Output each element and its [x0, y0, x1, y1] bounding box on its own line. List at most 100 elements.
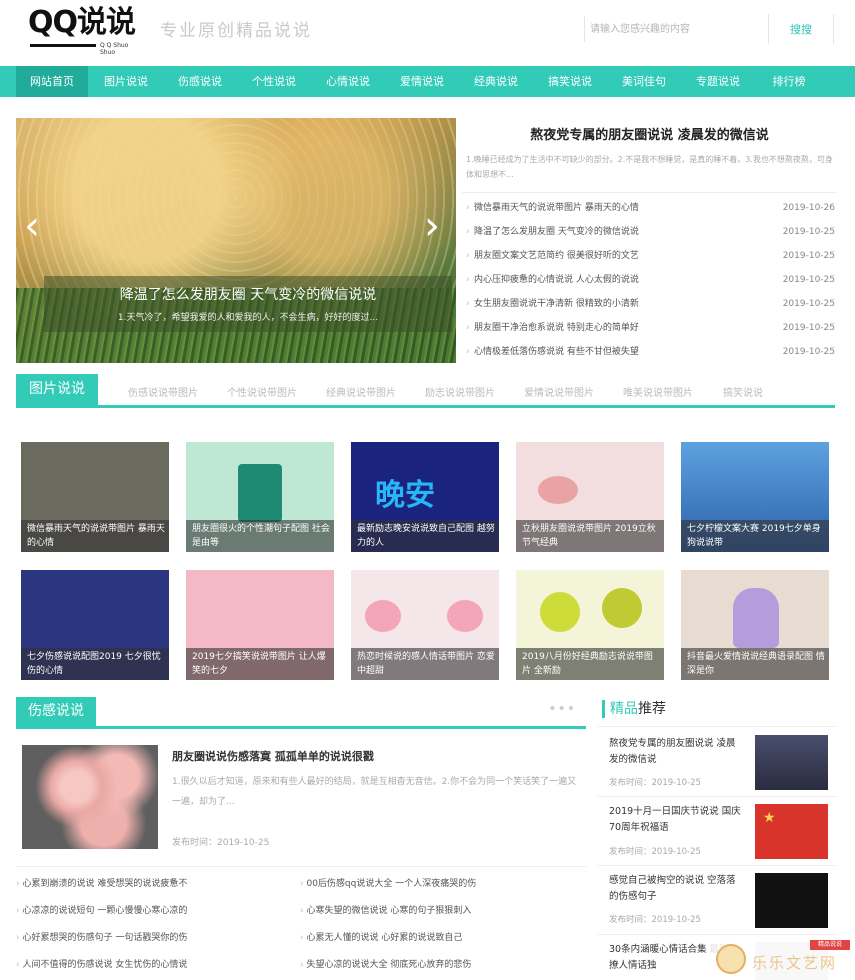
news-title[interactable]: 微信暴雨天气的说说带图片 暴雨天的心情: [474, 196, 639, 220]
news-item[interactable]: › 内心压抑疲惫的心情说说 人心太假的说说 2019-10-25: [462, 268, 837, 292]
picture-card[interactable]: 2019七夕搞笑说说带图片 让人爆笑的七夕: [186, 570, 334, 680]
card-caption[interactable]: 朋友圈很火的个性潮句子配图 社会是由等: [186, 520, 334, 552]
slider-prev-icon[interactable]: ‹: [24, 206, 40, 246]
list-item[interactable]: › 人间不值得的伤感说说 女生忧伤的心情说: [16, 957, 187, 970]
picture-card[interactable]: 热恋时候说的感人情话带图片 恋爱中超甜: [351, 570, 499, 680]
article-thumbnail[interactable]: [22, 745, 158, 849]
picture-card[interactable]: 晚安最新励志晚安说说致自己配图 越努力的人: [351, 442, 499, 552]
nav-item-pictures[interactable]: 图片说说: [90, 66, 162, 97]
logo-subtext: Q Q Shuo Shuo: [100, 42, 129, 56]
subtab[interactable]: 个性说说带图片: [227, 384, 297, 399]
news-item[interactable]: › 女生朋友圈说说干净清新 很精致的小清新 2019-10-25: [462, 292, 837, 316]
picture-card[interactable]: 七夕伤感说说配图2019 七夕很忧伤的心情: [21, 570, 169, 680]
card-caption[interactable]: 抖音最火爱情说说经典语录配图 情深是你: [681, 648, 829, 680]
subtab[interactable]: 经典说说带图片: [326, 384, 396, 399]
bullet-icon: ›: [466, 203, 470, 213]
nav-item-funny[interactable]: 搞笑说说: [534, 66, 606, 97]
subtab[interactable]: 伤感说说带图片: [128, 384, 198, 399]
search-button[interactable]: 搜搜: [768, 14, 834, 44]
bullet-icon: ›: [466, 347, 470, 357]
picture-section-header: 图片说说 伤感说说带图片 个性说说带图片 经典说说带图片 励志说说带图片 爱情说…: [16, 374, 835, 408]
watermark-mascot-icon: [716, 944, 746, 974]
picture-card[interactable]: 朋友圈很火的个性潮句子配图 社会是由等: [186, 442, 334, 552]
article-title[interactable]: 朋友圈说说伤感落寞 孤孤单单的说说很戳: [172, 748, 374, 764]
nav-item-personality[interactable]: 个性说说: [238, 66, 310, 97]
search-input[interactable]: [584, 16, 764, 42]
nav-item-mood[interactable]: 心情说说: [312, 66, 384, 97]
card-image-word: 晚安: [375, 478, 435, 513]
more-icon[interactable]: •••: [548, 701, 576, 717]
picture-card[interactable]: 微信暴雨天气的说说带图片 暴雨天的心情: [21, 442, 169, 552]
nav-item-ranking[interactable]: 排行榜: [756, 66, 822, 97]
card-caption[interactable]: 微信暴雨天气的说说带图片 暴雨天的心情: [21, 520, 169, 552]
list-item-label[interactable]: 心好累想哭的伤感句子 一句话戳哭你的伤: [22, 933, 187, 943]
nav-item-quotes[interactable]: 美词佳句: [608, 66, 680, 97]
news-title[interactable]: 朋友圈干净治愈系说说 特别走心的简单好: [474, 316, 639, 340]
news-title[interactable]: 朋友圈文案文艺范简约 很美很好听的文艺: [474, 244, 639, 268]
slider-title[interactable]: 降温了怎么发朋友圈 天气变冷的微信说说: [44, 284, 452, 304]
logo-text: QQ说说: [28, 5, 136, 40]
list-item[interactable]: › 心累无人懂的说说 心好累的说说致自己: [300, 930, 462, 943]
news-title[interactable]: 女生朋友圈说说干净清新 很精致的小清新: [474, 292, 639, 316]
nav-item-classic[interactable]: 经典说说: [460, 66, 532, 97]
section-tag-pictures[interactable]: 图片说说: [16, 374, 98, 405]
news-item[interactable]: › 微信暴雨天气的说说带图片 暴雨天的心情 2019-10-26: [462, 196, 837, 220]
recommend-item-image[interactable]: ★: [755, 804, 828, 859]
site-logo[interactable]: QQ说说 Q Q Shuo Shuo: [28, 5, 140, 57]
picture-card[interactable]: 七夕柠檬文案大赛 2019七夕单身狗说说带: [681, 442, 829, 552]
card-caption[interactable]: 2019八月份好经典励志说说带图片 全新励: [516, 648, 664, 680]
card-caption[interactable]: 七夕伤感说说配图2019 七夕很忧伤的心情: [21, 648, 169, 680]
nav-item-sad[interactable]: 伤感说说: [164, 66, 236, 97]
list-item[interactable]: › 心寒失望的微信说说 心寒的句子狠狠刺入: [300, 903, 471, 916]
picture-card[interactable]: 抖音最火爱情说说经典语录配图 情深是你: [681, 570, 829, 680]
recommend-title-highlight: 精品: [610, 701, 638, 717]
logo-underline: [30, 44, 96, 47]
list-item-label[interactable]: 心累到崩溃的说说 难受想哭的说说疲惫不: [22, 879, 187, 889]
featured-title[interactable]: 熬夜党专属的朋友圈说说 凌晨发的微信说: [462, 124, 837, 143]
section-tag-sad[interactable]: 伤感说说: [16, 697, 96, 726]
card-caption[interactable]: 2019七夕搞笑说说带图片 让人爆笑的七夕: [186, 648, 334, 680]
news-item[interactable]: › 朋友圈干净治愈系说说 特别走心的简单好 2019-10-25: [462, 316, 837, 340]
subtab[interactable]: 唯美说说带图片: [623, 384, 693, 399]
hero-slider[interactable]: ‹ › 降温了怎么发朋友圈 天气变冷的微信说说 1.天气冷了，希望我爱的人和爱我…: [16, 118, 456, 363]
news-item[interactable]: › 心情极差低落伤感说说 有些不甘但被失望 2019-10-25: [462, 340, 837, 364]
list-item[interactable]: › 失望心凉的说说大全 彻底死心放弃的悲伤: [300, 957, 471, 970]
list-item[interactable]: › 心累到崩溃的说说 难受想哭的说说疲惫不: [16, 876, 187, 889]
news-item[interactable]: › 朋友圈文案文艺范简约 很美很好听的文艺 2019-10-25: [462, 244, 837, 268]
header: QQ说说 Q Q Shuo Shuo 专业原创精品说说 搜搜: [0, 0, 855, 66]
subtab[interactable]: 爱情说说带图片: [524, 384, 594, 399]
list-item[interactable]: › 00后伤感qq说说大全 一个人深夜痛哭的伤: [300, 876, 476, 889]
subtab[interactable]: 励志说说带图片: [425, 384, 495, 399]
card-caption[interactable]: 立秋朋友圈说说带图片 2019立秋节气经典: [516, 520, 664, 552]
list-item-label[interactable]: 人间不值得的伤感说说 女生忧伤的心情说: [22, 960, 187, 970]
card-caption[interactable]: 七夕柠檬文案大赛 2019七夕单身狗说说带: [681, 520, 829, 552]
list-item-label[interactable]: 心寒失望的微信说说 心寒的句子狠狠刺入: [306, 906, 471, 916]
list-item-label[interactable]: 失望心凉的说说大全 彻底死心放弃的悲伤: [306, 960, 471, 970]
subtab[interactable]: 搞笑说说: [723, 384, 763, 399]
article-desc: 1.很久以后才知道，原来和有些人最好的结局，就是互相杳无音信。2.你不会为同一个…: [172, 777, 577, 807]
picture-card[interactable]: 立秋朋友圈说说带图片 2019立秋节气经典: [516, 442, 664, 552]
card-caption[interactable]: 热恋时候说的感人情话带图片 恋爱中超甜: [351, 648, 499, 680]
news-title[interactable]: 心情极差低落伤感说说 有些不甘但被失望: [474, 340, 639, 364]
card-caption[interactable]: 最新励志晚安说说致自己配图 越努力的人: [351, 520, 499, 552]
list-item-label[interactable]: 00后伤感qq说说大全 一个人深夜痛哭的伤: [306, 879, 476, 889]
star-icon: ★: [763, 810, 776, 826]
news-item[interactable]: › 降温了怎么发朋友圈 天气变冷的微信说说 2019-10-25: [462, 220, 837, 244]
recommend-item-title[interactable]: 熬夜党专属的朋友圈说说 凌晨发的微信说: [609, 736, 745, 768]
list-item-label[interactable]: 心凉凉的说说短句 一颗心慢慢心寒心凉的: [22, 906, 187, 916]
nav-item-home[interactable]: 网站首页: [16, 66, 88, 97]
recommend-item-title[interactable]: 感觉自己被掏空的说说 空落落的伤感句子: [609, 873, 745, 905]
nav-item-topics[interactable]: 专题说说: [682, 66, 754, 97]
news-title[interactable]: 内心压抑疲惫的心情说说 人心太假的说说: [474, 268, 639, 292]
news-title[interactable]: 降温了怎么发朋友圈 天气变冷的微信说说: [474, 220, 639, 244]
recommend-item-title[interactable]: 2019十月一日国庆节说说 国庆70周年祝福语: [609, 804, 745, 836]
list-item[interactable]: › 心好累想哭的伤感句子 一句话戳哭你的伤: [16, 930, 187, 943]
list-item[interactable]: › 心凉凉的说说短句 一颗心慢慢心寒心凉的: [16, 903, 187, 916]
slider-next-icon[interactable]: ›: [424, 206, 440, 246]
list-item-label[interactable]: 心累无人懂的说说 心好累的说说致自己: [306, 933, 462, 943]
recommend-item-image[interactable]: [755, 735, 828, 790]
picture-card[interactable]: 2019八月份好经典励志说说带图片 全新励: [516, 570, 664, 680]
recommend-item-image[interactable]: [755, 873, 828, 928]
nav-item-love[interactable]: 爱情说说: [386, 66, 458, 97]
divider: [598, 796, 836, 797]
